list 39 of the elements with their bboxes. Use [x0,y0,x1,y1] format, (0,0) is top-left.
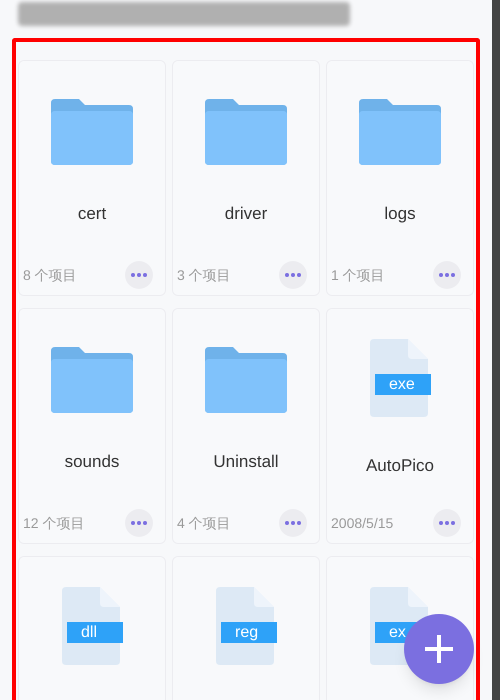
more-icon [285,521,301,525]
more-icon [439,273,455,277]
item-info: 1 个项目 [331,266,385,284]
item-name: logs [384,203,416,225]
item-name: cert [78,203,106,225]
item-card[interactable]: logs 1 个项目 [326,60,474,296]
more-button[interactable] [279,261,307,289]
item-info: 8 个项目 [23,266,77,284]
folder-icon [51,347,133,413]
item-name: AutoPico [366,455,434,477]
item-card[interactable]: Uninstall 4 个项目 [172,308,320,544]
item-info: 4 个项目 [177,514,231,532]
plus-icon [423,633,455,665]
more-button[interactable] [279,509,307,537]
item-card[interactable]: driver 3 个项目 [172,60,320,296]
item-name: sounds [64,451,120,473]
item-info: 2008/5/15 [331,514,394,532]
folder-icon [205,99,287,165]
folder-icon [51,99,133,165]
more-button[interactable] [433,509,461,537]
item-name: Uninstall [213,451,279,473]
item-card[interactable]: cert 8 个项目 [18,60,166,296]
file-type-label: exe [375,374,431,395]
more-button[interactable] [125,509,153,537]
folder-icon [359,99,441,165]
item-info: 3 个项目 [177,266,231,284]
file-type-label: reg [221,622,277,643]
more-icon [131,521,147,525]
folder-icon [205,347,287,413]
file-type-label: dll [67,622,123,643]
more-button[interactable] [433,261,461,289]
more-button[interactable] [125,261,153,289]
more-icon [439,521,455,525]
more-icon [285,273,301,277]
item-card[interactable]: exe AutoPico 2008/5/15 [326,308,474,544]
more-icon [131,273,147,277]
item-name: driver [224,203,268,225]
item-info: 12 个项目 [23,514,84,532]
item-card[interactable]: sounds 12 个项目 [18,308,166,544]
